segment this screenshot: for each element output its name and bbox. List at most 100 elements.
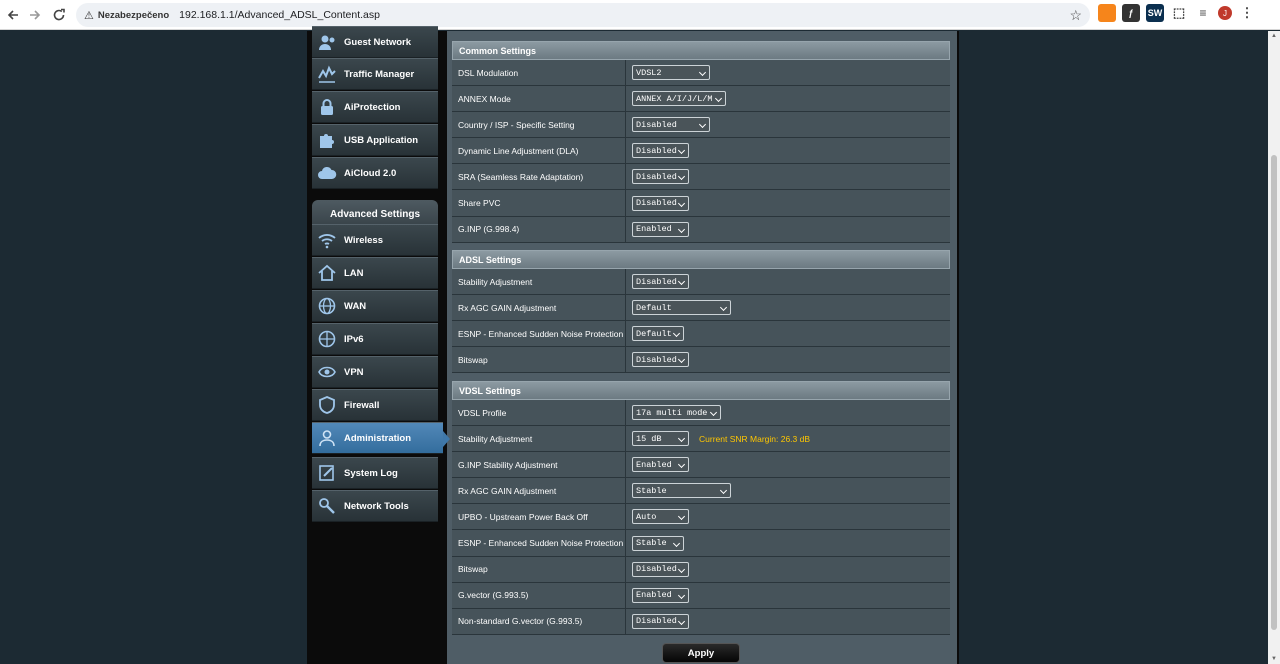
sidebar-item-guest-network[interactable]: Guest Network	[312, 26, 438, 58]
dla-select[interactable]: Disabled	[632, 143, 689, 159]
profile-avatar[interactable]: J	[1218, 6, 1232, 20]
row-label: ESNP - Enhanced Sudden Noise Protection	[452, 530, 626, 556]
sidebar-item-ipv6[interactable]: IPv6	[312, 323, 438, 355]
adsl-bitswap-select[interactable]: Disabled	[632, 352, 689, 368]
nonstandard-gvector-select[interactable]: Disabled	[632, 613, 689, 629]
sidebar-item-firewall[interactable]: Firewall	[312, 389, 438, 421]
sidebar-item-wan[interactable]: WAN	[312, 290, 438, 322]
scrollbar-thumb[interactable]	[1271, 155, 1277, 630]
adsl-settings-header: ADSL Settings	[452, 250, 950, 269]
table-row: Rx AGC GAIN Adjustment Stable	[452, 478, 950, 505]
adsl-settings-table: ADSL Settings Stability Adjustment Disab…	[452, 250, 950, 374]
traffic-manager-icon	[312, 64, 342, 84]
sidebar-item-wireless[interactable]: Wireless	[312, 224, 438, 256]
table-row: G.INP (G.998.4) Enabled	[452, 216, 950, 243]
vdsl-esnp-select[interactable]: Stable	[632, 535, 684, 551]
table-row: Stability Adjustment Disabled	[452, 269, 950, 296]
sidebar-item-vpn[interactable]: VPN	[312, 356, 438, 388]
wrench-icon	[312, 496, 342, 516]
sw-extension-icon[interactable]: SW	[1146, 4, 1164, 22]
metamask-icon[interactable]	[1098, 4, 1116, 22]
globe-icon	[312, 296, 342, 316]
snr-margin-text: Current SNR Margin: 26.3 dB	[699, 433, 811, 444]
sidebar-item-aicloud[interactable]: AiCloud 2.0	[312, 157, 438, 189]
ipv6-globe-icon	[312, 329, 342, 349]
sidebar-item-network-tools[interactable]: Network Tools	[312, 490, 438, 522]
country-isp-select[interactable]: Disabled	[632, 117, 710, 133]
table-row: ESNP - Enhanced Sudden Noise Protection …	[452, 321, 950, 348]
advanced-settings-header: Advanced Settings	[312, 200, 438, 224]
annex-mode-select[interactable]: ANNEX A/I/J/L/M	[632, 91, 726, 107]
row-label: DSL Modulation	[452, 60, 626, 86]
sidebar-item-system-log[interactable]: System Log	[312, 457, 438, 489]
table-row: ANNEX Mode ANNEX A/I/J/L/M	[452, 86, 950, 113]
home-icon	[312, 263, 342, 283]
scroll-up-icon[interactable]: ▲	[1270, 33, 1278, 39]
puzzle-extensions-icon[interactable]: ⬚	[1170, 4, 1188, 22]
guest-network-icon	[312, 32, 342, 52]
extension-icon[interactable]: ƒ	[1122, 4, 1140, 22]
adsl-rx-agc-select[interactable]: Default	[632, 300, 731, 316]
table-row: Stability Adjustment 15 dB Current SNR M…	[452, 426, 950, 453]
upbo-select[interactable]: Auto	[632, 509, 689, 525]
address-bar[interactable]: ⚠ Nezabezpečeno 192.168.1.1/Advanced_ADS…	[76, 3, 1090, 27]
adsl-esnp-select[interactable]: Default	[632, 326, 684, 342]
row-label: Share PVC	[452, 190, 626, 216]
row-label: Non-standard G.vector (G.993.5)	[452, 608, 626, 634]
url-text: 192.168.1.1/Advanced_ADSL_Content.asp	[179, 9, 380, 21]
reload-icon[interactable]	[46, 2, 72, 28]
page-scrollbar[interactable]: ▲ ▼	[1268, 31, 1280, 664]
sidebar-item-lan[interactable]: LAN	[312, 257, 438, 289]
apply-button[interactable]: Apply	[662, 643, 740, 663]
reading-list-icon[interactable]: ≡	[1194, 4, 1212, 22]
table-row: Country / ISP - Specific Setting Disable…	[452, 112, 950, 139]
sra-select[interactable]: Disabled	[632, 169, 689, 185]
row-label: Stability Adjustment	[452, 269, 626, 295]
ginp-stability-select[interactable]: Enabled	[632, 457, 689, 473]
menu-dots-icon[interactable]: ⋮	[1238, 4, 1256, 22]
dsl-modulation-select[interactable]: VDSL2	[632, 65, 710, 81]
sidebar-item-administration[interactable]: Administration	[312, 422, 450, 454]
row-label: Bitswap	[452, 556, 626, 582]
vdsl-profile-select[interactable]: 17a multi mode	[632, 405, 721, 421]
row-label: Dynamic Line Adjustment (DLA)	[452, 138, 626, 164]
vdsl-settings-table: VDSL Settings VDSL Profile 17a multi mod…	[452, 381, 950, 635]
cloud-icon	[312, 163, 342, 183]
table-row: DSL Modulation VDSL2	[452, 60, 950, 87]
warning-icon: ⚠	[84, 9, 94, 22]
scroll-down-icon[interactable]: ▼	[1270, 656, 1278, 662]
table-row: Bitswap Disabled	[452, 347, 950, 374]
table-row: G.INP Stability Adjustment Enabled	[452, 452, 950, 479]
vdsl-settings-header: VDSL Settings	[452, 381, 950, 400]
row-label: VDSL Profile	[452, 400, 626, 426]
vdsl-stability-select[interactable]: 15 dB	[632, 431, 689, 447]
wifi-icon	[312, 230, 342, 250]
ginp-select[interactable]: Enabled	[632, 221, 689, 237]
table-row: Bitswap Disabled	[452, 556, 950, 583]
adsl-stability-select[interactable]: Disabled	[632, 274, 689, 290]
table-row: VDSL Profile 17a multi mode	[452, 400, 950, 427]
vdsl-bitswap-select[interactable]: Disabled	[632, 561, 689, 577]
table-row: SRA (Seamless Rate Adaptation) Disabled	[452, 164, 950, 191]
forward-icon[interactable]	[22, 2, 48, 28]
lock-icon	[312, 97, 342, 117]
table-row: G.vector (G.993.5) Enabled	[452, 582, 950, 609]
share-pvc-select[interactable]: Disabled	[632, 195, 689, 211]
sidebar-item-traffic-manager[interactable]: Traffic Manager	[312, 58, 438, 90]
table-row: Share PVC Disabled	[452, 190, 950, 217]
sidebar-item-aiprotection[interactable]: AiProtection	[312, 91, 438, 123]
vdsl-rx-agc-select[interactable]: Stable	[632, 483, 731, 499]
gvector-select[interactable]: Enabled	[632, 587, 689, 603]
table-row: UPBO - Upstream Power Back Off Auto	[452, 504, 950, 531]
common-settings-table: Common Settings DSL Modulation VDSL2 ANN…	[452, 41, 950, 243]
shield-icon	[312, 395, 342, 415]
log-icon	[312, 463, 342, 483]
bookmark-star-icon[interactable]: ☆	[1069, 7, 1082, 24]
vpn-icon	[312, 362, 342, 382]
user-icon	[312, 428, 342, 448]
row-label: Rx AGC GAIN Adjustment	[452, 295, 626, 321]
security-label: Nezabezpečeno	[97, 9, 170, 21]
extensions-bar: ƒ SW ⬚ ≡ J ⋮	[1098, 4, 1256, 22]
sidebar-item-usb-application[interactable]: USB Application	[312, 124, 438, 156]
row-label: SRA (Seamless Rate Adaptation)	[452, 164, 626, 190]
